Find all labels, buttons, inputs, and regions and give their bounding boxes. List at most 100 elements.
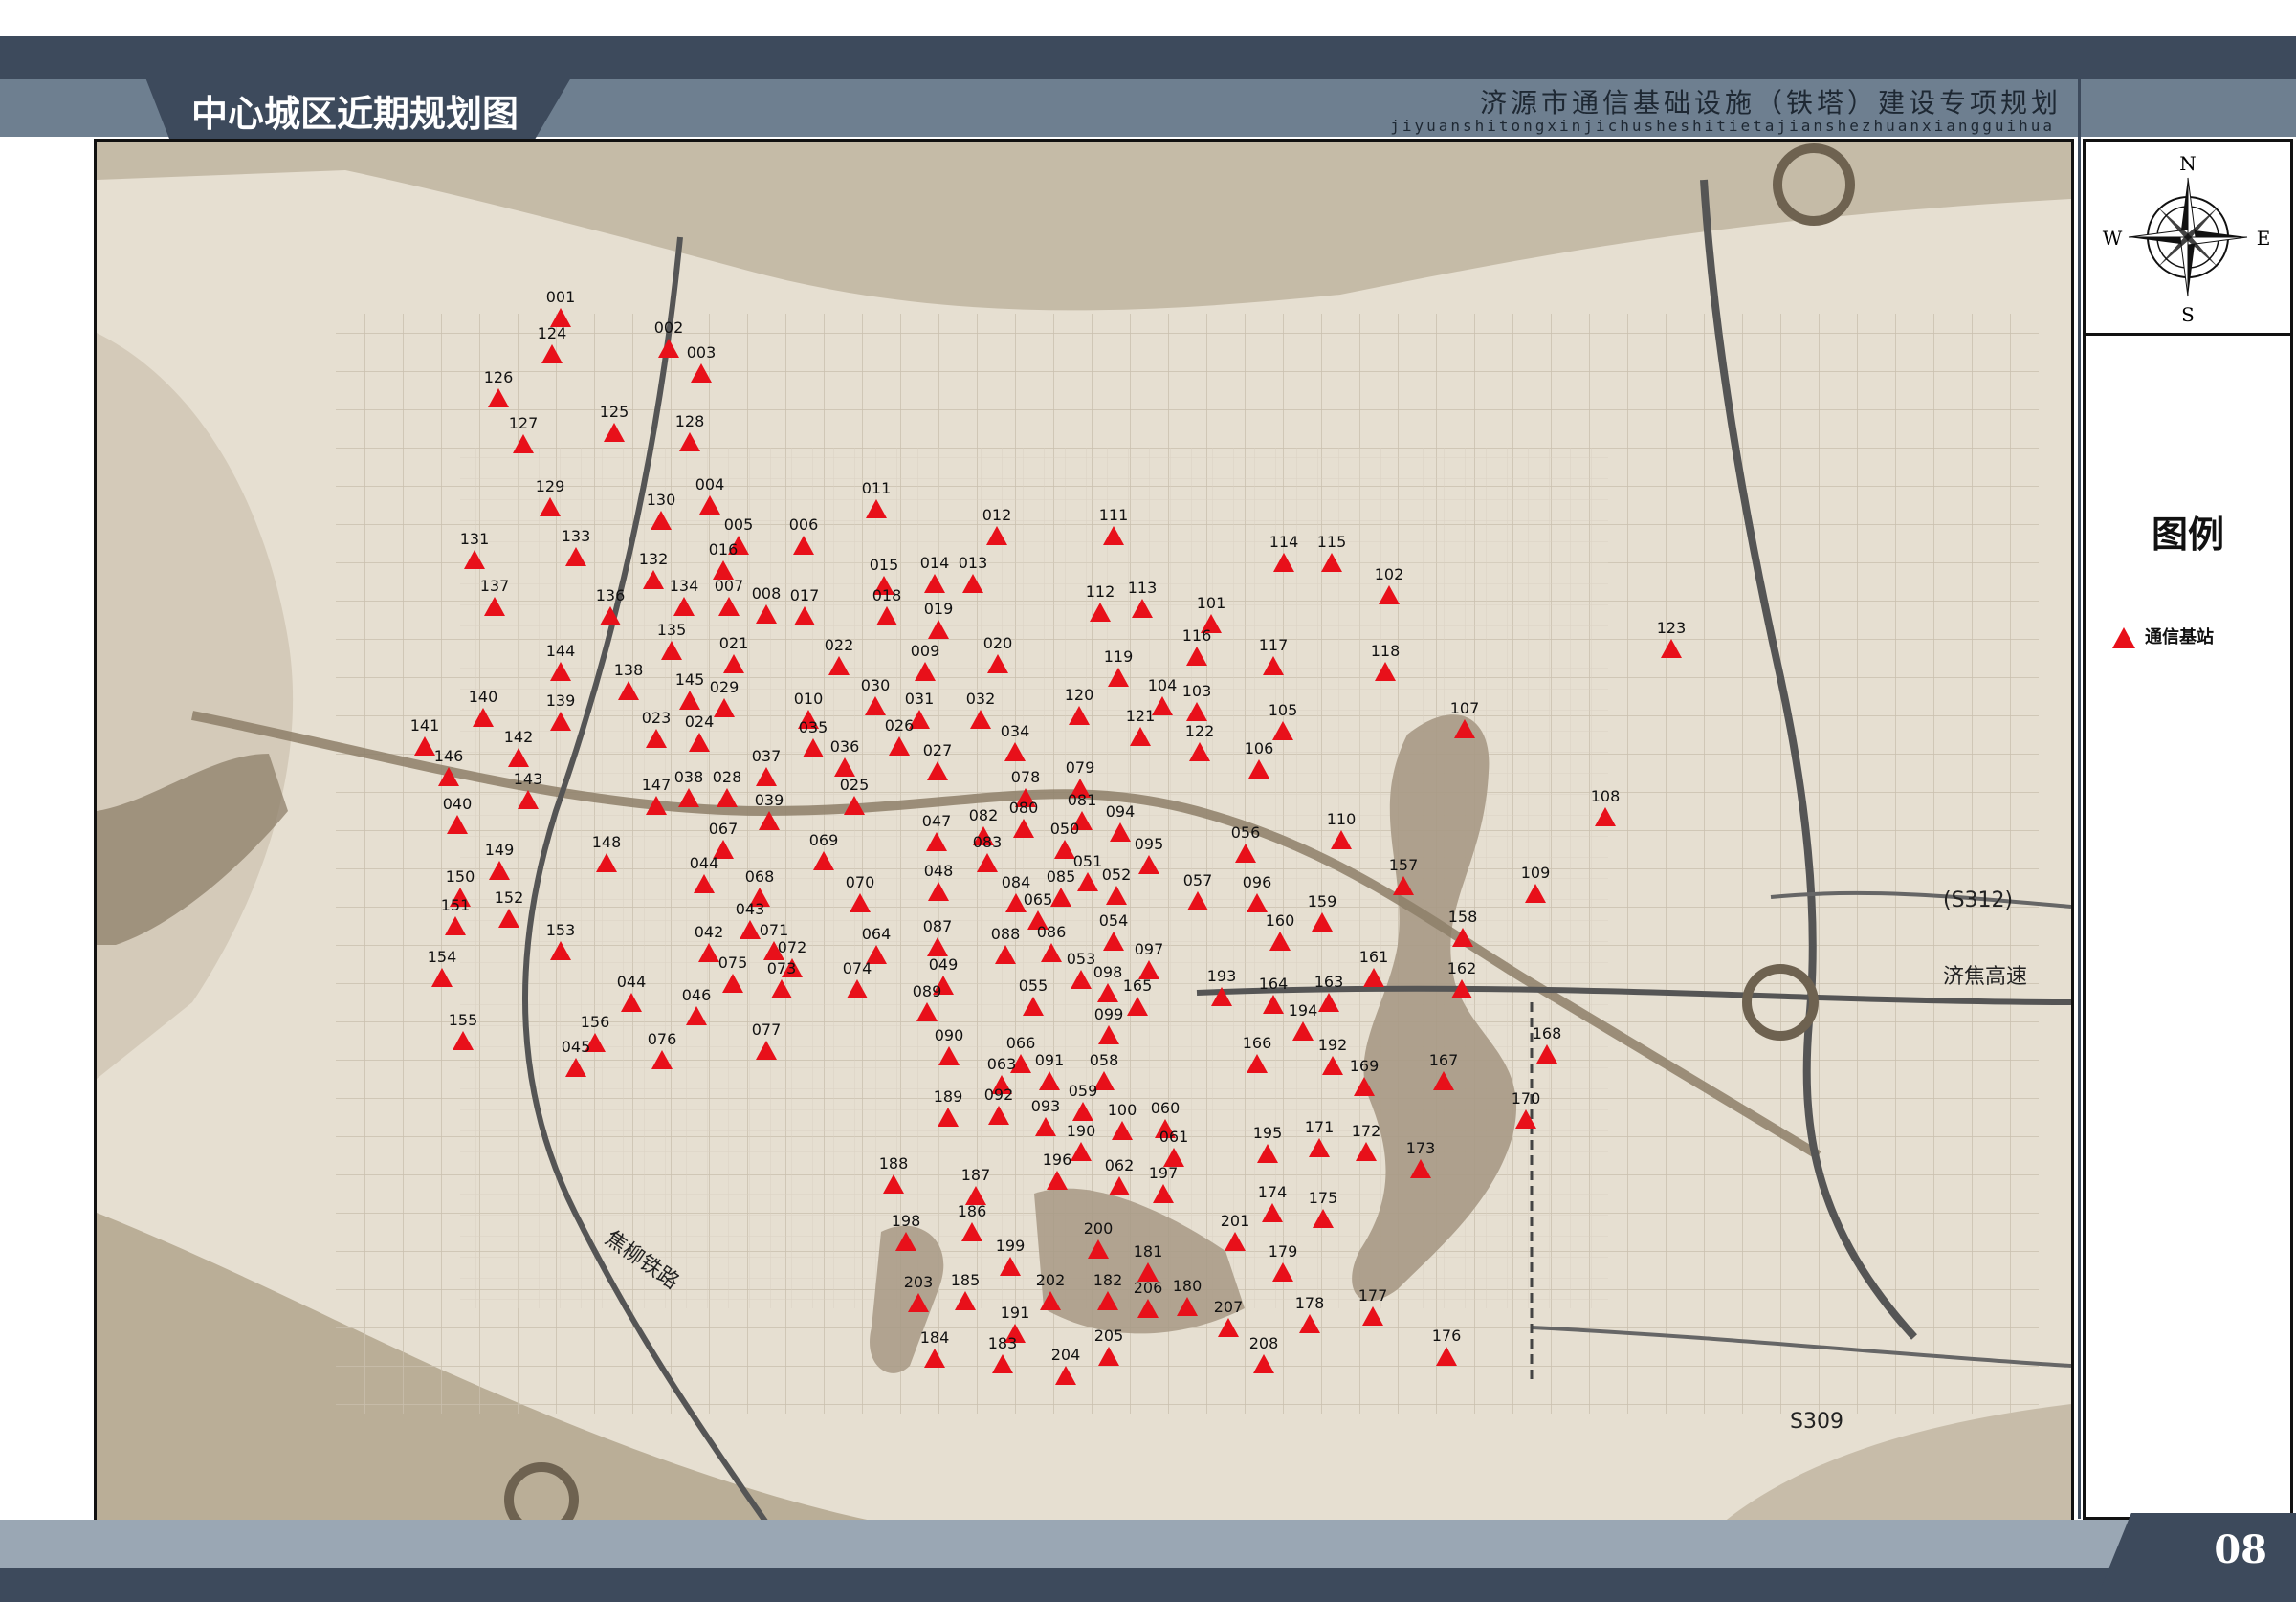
site-label: 189: [934, 1087, 963, 1106]
compass: N S E W: [2086, 142, 2290, 336]
site-label: 158: [1448, 908, 1478, 926]
site-label: 118: [1371, 642, 1401, 660]
site-label: 162: [1447, 959, 1477, 977]
site-label: 115: [1317, 533, 1347, 551]
site-label: 064: [862, 925, 892, 943]
site-label: 065: [1024, 890, 1053, 909]
site-label: 208: [1249, 1334, 1279, 1352]
site-label: 021: [719, 634, 749, 652]
site-label: 156: [581, 1013, 610, 1031]
site-label: 084: [1002, 873, 1031, 891]
site-label: 160: [1266, 911, 1295, 930]
site-label: 205: [1094, 1327, 1124, 1345]
footer-band: [0, 1520, 2296, 1568]
site-label: 163: [1314, 973, 1344, 991]
site-label: 031: [905, 690, 935, 708]
legend-panel: N S E W 图例 通信基站: [2083, 139, 2293, 1520]
site-label: 103: [1182, 682, 1212, 700]
site-label: 125: [600, 403, 629, 421]
site-label: 119: [1104, 647, 1134, 666]
site-label: 122: [1185, 722, 1215, 740]
site-label: 096: [1243, 873, 1272, 891]
site-label: 030: [861, 676, 891, 694]
site-label: 149: [485, 841, 515, 859]
project-title: 济源市通信基础设施（铁塔）建设专项规划: [1479, 87, 2062, 119]
site-label: 028: [713, 768, 742, 786]
site-label: 132: [639, 550, 669, 568]
site-label: 157: [1389, 856, 1419, 874]
site-label: 100: [1108, 1101, 1137, 1119]
site-label: 175: [1309, 1189, 1338, 1207]
site-label: 207: [1214, 1298, 1244, 1316]
site-label: 182: [1093, 1271, 1123, 1289]
site-label: 057: [1183, 871, 1213, 889]
site-label: 019: [924, 600, 954, 618]
site-label: 112: [1086, 582, 1115, 601]
site-label: 140: [469, 688, 498, 706]
site-label: 020: [983, 634, 1013, 652]
map-canvas: 焦柳铁路 济焦高速 (S312) S309 001124 002003126125…: [97, 142, 2071, 1523]
site-label: 179: [1269, 1242, 1298, 1261]
site-label: 198: [892, 1212, 921, 1230]
site-label: 095: [1135, 835, 1164, 853]
site-label: 101: [1197, 594, 1226, 612]
site-label: 134: [670, 577, 699, 595]
site-label: 148: [592, 833, 622, 851]
site-label: 187: [961, 1166, 991, 1184]
site-label: 113: [1128, 579, 1158, 597]
project-pinyin: jiyuanshitongxinjichusheshitietajianshez…: [1390, 117, 2055, 135]
site-label: 005: [724, 515, 754, 534]
site-label: 080: [1009, 799, 1039, 817]
site-label: 048: [924, 862, 954, 880]
site-label: 194: [1289, 1001, 1318, 1020]
site-label: 171: [1305, 1118, 1335, 1136]
map-frame: 焦柳铁路 济焦高速 (S312) S309 001 124 002 003 126 125…: [94, 139, 2074, 1525]
site-label: 109: [1521, 864, 1551, 882]
site-label: 093: [1031, 1097, 1061, 1115]
site-label: 092: [984, 1086, 1014, 1104]
site-label: 073: [767, 959, 797, 977]
site-label: 077: [752, 1020, 782, 1039]
site-label: 003: [687, 343, 717, 362]
site-label: 146: [434, 747, 464, 765]
site-label: 203: [904, 1273, 934, 1291]
site-label: 120: [1065, 686, 1094, 704]
site-label: 178: [1295, 1294, 1325, 1312]
site-label: 091: [1035, 1051, 1065, 1069]
site-label: 083: [973, 833, 1003, 851]
site-label: 089: [913, 982, 942, 1000]
site-label: 044: [617, 973, 647, 991]
site-label: 049: [929, 955, 959, 974]
legend-item-base-station: 通信基站: [2112, 624, 2214, 648]
site-label: 097: [1135, 940, 1164, 958]
site-label: 050: [1050, 820, 1080, 838]
site-label: 193: [1207, 967, 1237, 985]
site-label: 129: [536, 477, 565, 495]
site-label: 013: [959, 554, 988, 572]
site-label: 137: [480, 577, 510, 595]
site-label: 144: [546, 642, 576, 660]
site-label: 029: [710, 678, 740, 696]
site-label: 067: [709, 820, 739, 838]
site-label: 099: [1094, 1005, 1124, 1023]
site-label: 114: [1269, 533, 1299, 551]
site-label: 061: [1159, 1128, 1189, 1146]
site-label: 183: [988, 1334, 1018, 1352]
site-label: 094: [1106, 802, 1136, 821]
site-label: 185: [951, 1271, 981, 1289]
site-label: 009: [911, 642, 940, 660]
site-label: 011: [862, 479, 892, 497]
site-label: 192: [1318, 1036, 1348, 1054]
site-label: 206: [1134, 1279, 1163, 1297]
site-label: 054: [1099, 911, 1129, 930]
site-label: 173: [1406, 1139, 1436, 1157]
site-label: 181: [1134, 1242, 1163, 1261]
site-label: 186: [958, 1202, 987, 1220]
site-label: 022: [825, 636, 854, 654]
site-label: 082: [969, 806, 999, 824]
site-label: 047: [922, 812, 952, 830]
site-label: 068: [745, 867, 775, 886]
site-label: 014: [920, 554, 950, 572]
site-label: 072: [778, 938, 807, 956]
site-label: 025: [840, 776, 870, 794]
